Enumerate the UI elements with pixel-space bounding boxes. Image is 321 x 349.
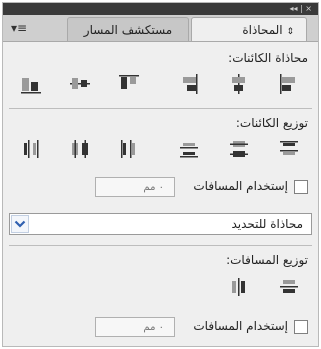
align-objects-row bbox=[19, 72, 302, 96]
align-top-icon bbox=[119, 75, 139, 89]
use-spacing-label: إستخدام المسافات bbox=[193, 179, 288, 193]
align-horizontal-center-icon bbox=[232, 74, 245, 94]
use-spacing-checkbox[interactable] bbox=[294, 180, 308, 194]
horizontal-distribute-space-icon bbox=[232, 278, 245, 296]
distribute-objects-spacing-row: إستخدام المسافات bbox=[13, 177, 308, 197]
use-spacing-label: إستخدام المسافات bbox=[193, 319, 288, 333]
spacing-input[interactable] bbox=[95, 317, 175, 337]
align-bottom-button[interactable] bbox=[19, 72, 43, 96]
align-left-icon bbox=[280, 74, 295, 94]
tab-align[interactable]: المحاذاة ⇕ bbox=[191, 17, 307, 41]
tab-align-label: المحاذاة bbox=[242, 23, 283, 37]
align-to-value: محاذاة للتحديد bbox=[231, 217, 303, 231]
distribute-right-button[interactable] bbox=[19, 137, 43, 161]
horizontal-distribute-space-button[interactable] bbox=[227, 275, 251, 299]
distribute-top-button[interactable] bbox=[277, 137, 301, 161]
panel-collapse-close-controls[interactable]: ◂◂ | × bbox=[289, 3, 312, 15]
align-right-icon bbox=[183, 74, 198, 94]
align-to-select[interactable]: محاذاة للتحديد bbox=[9, 213, 312, 235]
align-vertical-center-button[interactable] bbox=[68, 72, 92, 96]
distribute-right-icon bbox=[24, 140, 39, 158]
distribute-objects-title: توزيع الكائنات: bbox=[235, 116, 308, 130]
align-objects-title: محاذاة الكائنات: bbox=[228, 51, 308, 65]
distribute-horizontal-center-button[interactable] bbox=[68, 137, 92, 161]
use-spacing-checkbox[interactable] bbox=[294, 320, 308, 334]
section-divider bbox=[9, 245, 312, 246]
distribute-left-icon bbox=[121, 140, 135, 158]
distribute-spacing-input[interactable] bbox=[95, 177, 175, 197]
distribute-vertical-center-icon bbox=[230, 141, 248, 157]
align-right-button[interactable] bbox=[177, 72, 201, 96]
distribute-left-button[interactable] bbox=[117, 137, 141, 161]
distribute-spacing-row bbox=[19, 275, 302, 299]
chevron-down-icon[interactable] bbox=[11, 215, 29, 233]
distribute-vertical-center-button[interactable] bbox=[227, 137, 251, 161]
tab-pathfinder[interactable]: مستكشف المسار bbox=[67, 17, 189, 41]
vertical-distribute-space-icon bbox=[280, 280, 298, 293]
panel-menu-icon[interactable]: ▾≡ bbox=[11, 21, 27, 35]
distribute-bottom-icon bbox=[180, 143, 198, 158]
distribute-top-icon bbox=[280, 141, 298, 155]
section-divider bbox=[9, 108, 312, 109]
distribute-bottom-button[interactable] bbox=[177, 137, 201, 161]
tab-options-icon: ⇕ bbox=[286, 27, 294, 37]
panel-titlebar[interactable]: ◂◂ | × bbox=[3, 3, 318, 15]
align-panel: ◂◂ | × ▾≡ مستكشف المسار المحاذاة ⇕ محاذا… bbox=[2, 2, 319, 347]
align-left-button[interactable] bbox=[277, 72, 301, 96]
align-top-button[interactable] bbox=[117, 72, 141, 96]
align-horizontal-center-button[interactable] bbox=[227, 72, 251, 96]
vertical-distribute-space-button[interactable] bbox=[277, 275, 301, 299]
distribute-objects-row bbox=[19, 137, 302, 161]
align-bottom-icon bbox=[21, 78, 41, 94]
align-vertical-center-icon bbox=[70, 78, 90, 89]
distribute-horizontal-center-icon bbox=[72, 140, 88, 158]
tab-pathfinder-label: مستكشف المسار bbox=[83, 23, 173, 37]
panel-tab-bar: ▾≡ مستكشف المسار المحاذاة ⇕ bbox=[3, 15, 318, 42]
distribute-spacing-title: توزيع المسافات: bbox=[226, 253, 308, 267]
distribute-spacing-spacing-row: إستخدام المسافات bbox=[13, 317, 308, 337]
